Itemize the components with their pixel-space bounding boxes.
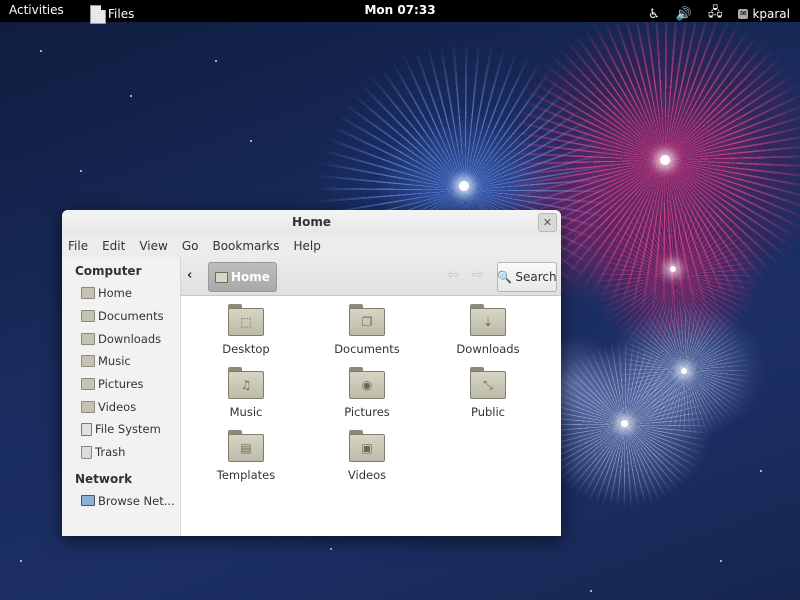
network-status-icon[interactable]: 🖧 xyxy=(708,3,723,25)
file-view: ‹ Home ⇦ ⇨ 🔍 Search ⬚ Desktop ❐ Document… xyxy=(181,257,561,536)
sidebar-item-label: Videos xyxy=(98,399,137,414)
trash-icon xyxy=(81,445,92,459)
home-folder-icon xyxy=(81,287,95,300)
menu-bar: File Edit View Go Bookmarks Help xyxy=(62,235,561,257)
file-item-label: Music xyxy=(229,405,263,419)
menu-go[interactable]: Go xyxy=(182,235,199,257)
file-item-downloads[interactable]: ⇣ Downloads xyxy=(438,304,538,356)
videos-folder-icon: ▣ xyxy=(349,430,385,462)
sidebar-item-label: Browse Net... xyxy=(98,493,175,508)
arrow-left-icon: ⇦ xyxy=(447,267,459,283)
sidebar-item-label: Downloads xyxy=(98,331,162,346)
menu-edit[interactable]: Edit xyxy=(102,235,125,257)
file-item-label: Videos xyxy=(347,468,387,482)
music-folder-icon: ♫ xyxy=(228,367,264,399)
firework-core xyxy=(670,266,676,272)
file-item-label: Public xyxy=(470,405,506,419)
path-bar-label: Home xyxy=(231,270,270,284)
file-item-label: Downloads xyxy=(456,342,520,356)
sidebar-item-file-system[interactable]: File System xyxy=(62,418,180,441)
close-icon: ✕ xyxy=(542,216,553,229)
documents-folder-icon xyxy=(81,310,95,323)
file-item-pictures[interactable]: ◉ Pictures xyxy=(317,367,417,419)
sidebar-heading-computer: Computer xyxy=(75,264,142,278)
sidebar-item-label: Pictures xyxy=(98,377,144,392)
pictures-folder-icon xyxy=(81,378,95,391)
file-item-templates[interactable]: ▤ Templates xyxy=(196,430,296,482)
downloads-folder-icon: ⇣ xyxy=(470,304,506,336)
menu-file[interactable]: File xyxy=(68,235,88,257)
toolbar: ‹ Home ⇦ ⇨ 🔍 Search xyxy=(181,257,561,296)
home-folder-icon xyxy=(215,271,228,283)
sidebar-item-label: Trash xyxy=(95,445,126,460)
drive-icon xyxy=(81,422,92,436)
music-folder-icon xyxy=(81,355,95,368)
back-button[interactable]: ‹ xyxy=(187,268,192,283)
downloads-folder-icon xyxy=(81,332,95,345)
sidebar-item-label: Home xyxy=(98,286,132,301)
firework-core xyxy=(681,368,687,374)
documents-folder-icon: ❐ xyxy=(349,304,385,336)
public-folder-icon: ⤡ xyxy=(470,367,506,399)
search-button[interactable]: 🔍 Search xyxy=(497,262,557,292)
path-scroll-left-button[interactable]: ⇦ xyxy=(447,267,459,283)
file-item-desktop[interactable]: ⬚ Desktop xyxy=(196,304,296,356)
firework-core xyxy=(621,420,628,427)
window-titlebar[interactable]: Home ✕ xyxy=(62,210,561,235)
file-item-label: Documents xyxy=(334,342,400,356)
desktop-folder-icon: ⬚ xyxy=(228,304,264,336)
file-item-music[interactable]: ♫ Music xyxy=(196,367,296,419)
path-scroll-right-button[interactable]: ⇨ xyxy=(472,267,484,283)
user-icon: ✉ xyxy=(738,9,749,19)
user-menu[interactable]: ✉ kparal xyxy=(738,7,790,21)
menu-view[interactable]: View xyxy=(139,235,167,257)
files-window: Home ✕ File Edit View Go Bookmarks Help … xyxy=(62,210,561,536)
file-item-videos[interactable]: ▣ Videos xyxy=(317,430,417,482)
sidebar-item-videos[interactable]: Videos xyxy=(62,395,180,418)
firework-core xyxy=(459,181,469,191)
file-item-public[interactable]: ⤡ Public xyxy=(438,367,538,419)
top-panel: Activities Files Mon 07:33 ♿ 🔊 🖧 ✉ kpara… xyxy=(0,0,800,25)
templates-folder-icon: ▤ xyxy=(228,430,264,462)
search-button-label: Search xyxy=(515,270,557,284)
sidebar-item-documents[interactable]: Documents xyxy=(62,305,180,328)
firework-core xyxy=(660,155,670,165)
sidebar-item-downloads[interactable]: Downloads xyxy=(62,327,180,350)
sidebar-item-label: Documents xyxy=(98,309,164,324)
network-icon xyxy=(81,495,95,507)
chevron-left-icon: ‹ xyxy=(187,268,193,283)
sidebar-item-trash[interactable]: Trash xyxy=(62,441,180,464)
volume-icon[interactable]: 🔊 xyxy=(676,7,692,22)
path-bar-home-button[interactable]: Home xyxy=(208,262,277,292)
pictures-folder-icon: ◉ xyxy=(349,367,385,399)
close-button[interactable]: ✕ xyxy=(538,213,557,232)
window-title: Home xyxy=(292,215,331,229)
sidebar-item-label: File System xyxy=(95,422,161,437)
sidebar-item-home[interactable]: Home xyxy=(62,282,180,305)
file-item-documents[interactable]: ❐ Documents xyxy=(317,304,417,356)
accessibility-icon[interactable]: ♿ xyxy=(648,7,660,22)
videos-folder-icon xyxy=(81,400,95,413)
sidebar-item-music[interactable]: Music xyxy=(62,350,180,373)
user-name: kparal xyxy=(752,7,790,21)
sidebar-heading-network: Network xyxy=(75,471,133,486)
file-item-label: Pictures xyxy=(344,405,390,419)
arrow-right-icon: ⇨ xyxy=(472,267,484,283)
sidebar-item-label: Music xyxy=(98,354,131,369)
file-item-label: Desktop xyxy=(222,342,270,356)
search-icon: 🔍 xyxy=(497,270,513,284)
sidebar-item-browse-network[interactable]: Browse Net... xyxy=(62,490,180,513)
file-item-label: Templates xyxy=(216,468,276,482)
menu-help[interactable]: Help xyxy=(294,235,321,257)
sidebar-item-pictures[interactable]: Pictures xyxy=(62,373,180,396)
menu-bookmarks[interactable]: Bookmarks xyxy=(212,235,279,257)
system-tray: ♿ 🔊 🖧 ✉ kparal xyxy=(648,3,790,25)
places-sidebar: Computer Home Documents Downloads Music … xyxy=(62,257,181,536)
